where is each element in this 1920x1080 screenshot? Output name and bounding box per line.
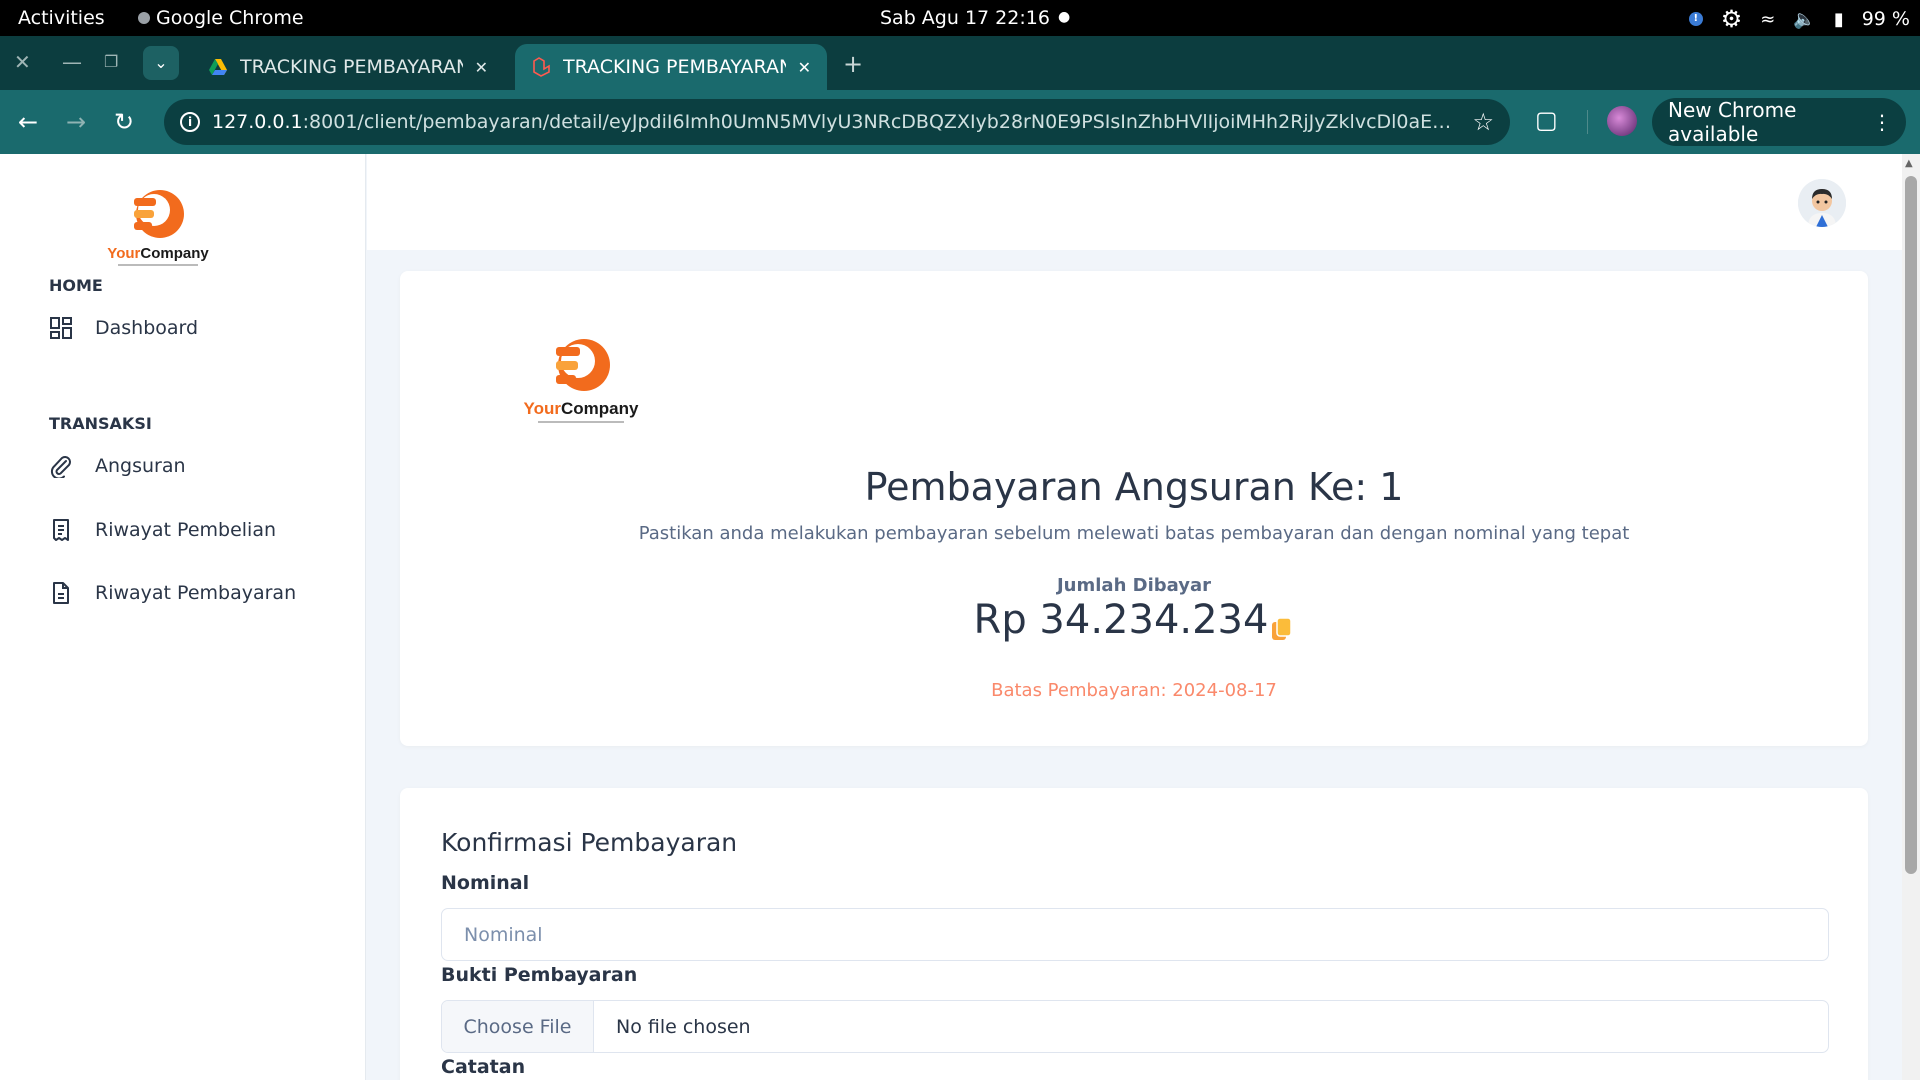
battery-level: 99 % xyxy=(1861,8,1910,30)
tab-search-button[interactable]: ⌄ xyxy=(143,46,179,80)
proof-file-input[interactable]: Choose File No file chosen xyxy=(441,1000,1829,1053)
notification-bell-icon: ● xyxy=(1058,9,1071,25)
tab-title: TRACKING PEMBAYARAN xyxy=(563,56,786,78)
os-top-bar: Activities Google Chrome Sab Agu 17 22:1… xyxy=(0,0,1920,36)
dashboard-icon xyxy=(50,317,72,339)
amount-label: Jumlah Dibayar xyxy=(1056,575,1211,596)
sidebar-item-label: Dashboard xyxy=(95,317,199,339)
payment-subtitle: Pastikan anda melakukan pembayaran sebel… xyxy=(638,523,1630,544)
file-text-icon xyxy=(53,582,69,604)
nominal-label: Nominal xyxy=(441,872,530,894)
window-restore-icon[interactable]: ❐ xyxy=(104,52,118,71)
tab-strip: ✕ — ❐ ⌄ TRACKING PEMBAYARAN ✕ TRACKING P… xyxy=(0,36,1920,90)
sidebar-item-label: Riwayat Pembelian xyxy=(95,519,277,541)
proof-label: Bukti Pembayaran xyxy=(441,964,638,986)
reload-icon[interactable]: ↻ xyxy=(114,108,134,136)
tab-title: TRACKING PEMBAYARAN xyxy=(240,56,463,78)
kebab-menu-icon[interactable]: ⋮ xyxy=(1872,110,1892,134)
paperclip-icon xyxy=(50,456,71,478)
settings-gear-icon[interactable]: ⚙ xyxy=(1721,5,1743,33)
tab-tracking-2[interactable]: TRACKING PEMBAYARAN ✕ xyxy=(515,44,827,90)
tab-close-icon[interactable]: ✕ xyxy=(475,58,488,77)
svg-text:YourCompany: YourCompany xyxy=(524,399,639,418)
clock[interactable]: Sab Agu 17 22:16 xyxy=(880,7,1050,29)
user-avatar[interactable] xyxy=(1798,179,1846,227)
activities-button[interactable]: Activities xyxy=(18,7,105,29)
payment-deadline: Batas Pembayaran: 2024-08-17 xyxy=(991,680,1277,701)
page-header xyxy=(367,154,1902,250)
nominal-input[interactable] xyxy=(441,908,1829,961)
window-minimize-icon[interactable]: — xyxy=(62,50,82,74)
address-bar[interactable]: i 127.0.0.1:8001/client/pembayaran/detai… xyxy=(164,99,1510,145)
battery-icon: ▮ xyxy=(1833,8,1844,30)
notes-label: Catatan xyxy=(441,1056,526,1078)
sidebar-item-riwayat-pembayaran[interactable]: Riwayat Pembayaran xyxy=(49,581,296,605)
receipt-icon xyxy=(53,519,69,541)
sidebar: YourCompany HOME Dashboard TRANSAKSI Ang… xyxy=(0,154,366,1080)
payment-confirmation-card: Konfirmasi Pembayaran Nominal Bukti Pemb… xyxy=(400,788,1868,1080)
new-tab-button[interactable]: + xyxy=(843,50,863,78)
extensions-puzzle-icon[interactable]: ▢ xyxy=(1535,106,1558,134)
browser-toolbar: ← → ↻ i 127.0.0.1:8001/client/pembayaran… xyxy=(0,90,1920,154)
confirmation-title: Konfirmasi Pembayaran xyxy=(441,828,738,857)
chrome-app-icon xyxy=(138,12,150,24)
avatar-illustration-icon xyxy=(1798,179,1846,227)
window-close-icon[interactable]: ✕ xyxy=(14,50,31,74)
sidebar-item-dashboard[interactable]: Dashboard xyxy=(49,316,198,340)
sidebar-item-label: Riwayat Pembayaran xyxy=(95,582,297,604)
forward-arrow-icon[interactable]: → xyxy=(66,108,86,136)
profile-avatar[interactable] xyxy=(1607,106,1637,136)
back-arrow-icon[interactable]: ← xyxy=(18,108,38,136)
sidebar-item-riwayat-pembelian[interactable]: Riwayat Pembelian xyxy=(49,518,276,542)
google-drive-icon xyxy=(209,59,227,75)
file-status-text: No file chosen xyxy=(616,1015,751,1038)
svg-text:YourCompany: YourCompany xyxy=(107,245,209,262)
amount-value: Rp 34.234.234 xyxy=(973,597,1269,643)
app-menu[interactable]: Google Chrome xyxy=(138,7,304,29)
url-text[interactable]: 127.0.0.1:8001/client/pembayaran/detail/… xyxy=(212,111,1460,133)
new-chrome-available-button[interactable]: New Chrome available ⋮ xyxy=(1652,98,1906,146)
system-tray[interactable]: ! ⚙ ≈ 🔈 ▮ 99 % xyxy=(1688,5,1910,33)
page-scrollbar-thumb[interactable] xyxy=(1905,176,1917,874)
scroll-up-arrow-icon[interactable]: ▲ xyxy=(1905,158,1913,169)
payment-detail-card: YourCompany Pembayaran Angsuran Ke: 1 Pa… xyxy=(400,271,1868,746)
volume-icon: 🔈 xyxy=(1793,8,1816,30)
sidebar-item-label: Angsuran xyxy=(95,455,186,477)
site-info-icon[interactable]: i xyxy=(180,112,200,132)
payment-title: Pembayaran Angsuran Ke: 1 xyxy=(864,465,1404,509)
tab-tracking-1[interactable]: TRACKING PEMBAYARAN ✕ xyxy=(192,44,504,90)
amount-row: Rp 34.234.234 xyxy=(400,597,1868,643)
sidebar-item-angsuran[interactable]: Angsuran xyxy=(49,454,186,478)
app-name: Google Chrome xyxy=(156,7,304,29)
tab-close-icon[interactable]: ✕ xyxy=(798,58,811,77)
company-logo-large: YourCompany xyxy=(524,339,639,423)
wifi-icon: ≈ xyxy=(1760,8,1776,30)
bookmark-star-icon[interactable]: ☆ xyxy=(1472,108,1494,136)
update-label: New Chrome available xyxy=(1668,98,1797,146)
company-logo[interactable]: YourCompany xyxy=(98,180,218,276)
choose-file-button[interactable]: Choose File xyxy=(442,1001,594,1052)
security-icon[interactable]: ! xyxy=(1688,12,1703,26)
toolbar-separator xyxy=(1587,110,1588,134)
laravel-icon xyxy=(533,57,550,77)
nav-heading-transaksi: TRANSAKSI xyxy=(49,414,152,433)
copy-icon[interactable] xyxy=(1270,608,1294,640)
nav-heading-home: HOME xyxy=(49,276,103,295)
